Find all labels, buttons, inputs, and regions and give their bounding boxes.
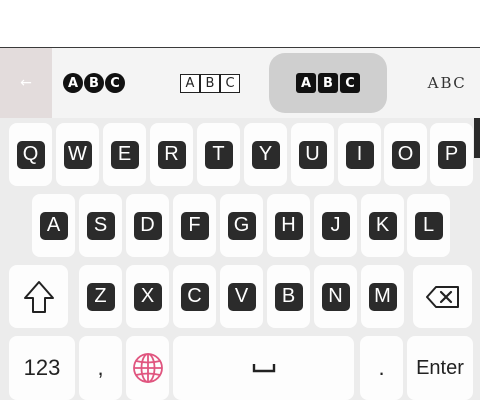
backspace-icon <box>425 285 459 308</box>
key-label: S <box>86 211 115 240</box>
style-glyph: A <box>296 73 316 93</box>
key-b[interactable]: B <box>267 265 310 328</box>
key-label: M <box>368 282 397 311</box>
globe-key[interactable] <box>126 336 169 400</box>
style-option-squared[interactable]: A B C <box>269 53 387 113</box>
style-option-boxed[interactable]: A B C <box>170 48 250 118</box>
key-label: J <box>321 211 350 240</box>
key-h[interactable]: H <box>267 194 310 257</box>
numbers-key-label: 123 <box>23 355 61 380</box>
key-label: Q <box>16 140 45 169</box>
key-f[interactable]: F <box>173 194 216 257</box>
left-arrow-icon: ← <box>20 75 32 91</box>
key-x[interactable]: X <box>126 265 169 328</box>
shift-arrow-icon <box>23 280 54 313</box>
key-u[interactable]: U <box>291 123 334 186</box>
enter-key-label: Enter <box>416 356 464 379</box>
key-n[interactable]: N <box>314 265 357 328</box>
enter-key[interactable]: Enter <box>407 336 473 400</box>
style-glyph: C <box>220 73 240 93</box>
style-glyph: C <box>453 74 465 92</box>
period-key[interactable]: . <box>360 336 403 400</box>
style-glyph: B <box>318 73 338 93</box>
key-label: C <box>180 282 209 311</box>
key-d[interactable]: D <box>126 194 169 257</box>
key-label: D <box>133 211 162 240</box>
key-label: N <box>321 282 350 311</box>
app-content-area <box>0 0 480 48</box>
style-glyph: A <box>63 73 83 93</box>
key-label: R <box>157 140 186 169</box>
key-label: G <box>227 211 256 240</box>
back-button[interactable]: ← <box>0 48 52 118</box>
key-label: U <box>298 140 327 169</box>
key-label: I <box>345 140 374 169</box>
key-label: V <box>227 282 256 311</box>
key-label: T <box>204 140 233 169</box>
style-glyph: C <box>105 73 125 93</box>
comma-key[interactable]: , <box>79 336 122 400</box>
globe-icon <box>132 353 163 383</box>
key-label: Y <box>251 140 280 169</box>
key-i[interactable]: I <box>338 123 381 186</box>
font-style-bar: ← A B C A B C A B C A B C <box>0 48 480 118</box>
style-glyph: B <box>200 73 220 93</box>
key-label: Z <box>86 282 115 311</box>
key-a[interactable]: A <box>32 194 75 257</box>
key-r[interactable]: R <box>150 123 193 186</box>
shift-key[interactable] <box>9 265 68 328</box>
key-label: H <box>274 211 303 240</box>
key-v[interactable]: V <box>220 265 263 328</box>
key-label: A <box>39 211 68 240</box>
key-y[interactable]: Y <box>244 123 287 186</box>
space-key[interactable] <box>173 336 354 400</box>
key-w[interactable]: W <box>56 123 99 186</box>
key-q[interactable]: Q <box>9 123 52 186</box>
key-label: K <box>368 211 397 240</box>
style-glyph: B <box>84 73 104 93</box>
style-glyph: C <box>340 73 360 93</box>
key-g[interactable]: G <box>220 194 263 257</box>
style-option-fraktur[interactable]: A B C <box>418 48 474 118</box>
key-j[interactable]: J <box>314 194 357 257</box>
keyboard: Q W E R T Y U I O P A S D F G H J K L Z … <box>0 118 480 400</box>
key-label: X <box>133 282 162 311</box>
comma-key-label: , <box>97 355 104 380</box>
backspace-key[interactable] <box>413 265 472 328</box>
key-p[interactable]: P <box>430 123 473 186</box>
style-glyph: A <box>427 74 439 92</box>
key-s[interactable]: S <box>79 194 122 257</box>
style-glyph: B <box>440 74 452 92</box>
style-option-circled[interactable]: A B C <box>56 48 132 118</box>
style-glyph: A <box>180 73 200 93</box>
key-k[interactable]: K <box>361 194 404 257</box>
key-label: L <box>414 211 443 240</box>
key-c[interactable]: C <box>173 265 216 328</box>
key-label: O <box>391 140 420 169</box>
key-label: F <box>180 211 209 240</box>
key-z[interactable]: Z <box>79 265 122 328</box>
key-label: E <box>110 140 139 169</box>
key-t[interactable]: T <box>197 123 240 186</box>
key-l[interactable]: L <box>407 194 450 257</box>
key-label: W <box>63 140 92 169</box>
numbers-key[interactable]: 123 <box>9 336 75 400</box>
key-label: P <box>437 140 466 169</box>
key-m[interactable]: M <box>361 265 404 328</box>
key-label: B <box>274 282 303 311</box>
key-e[interactable]: E <box>103 123 146 186</box>
key-o[interactable]: O <box>384 123 427 186</box>
period-key-label: . <box>378 355 385 380</box>
space-icon <box>252 364 275 373</box>
